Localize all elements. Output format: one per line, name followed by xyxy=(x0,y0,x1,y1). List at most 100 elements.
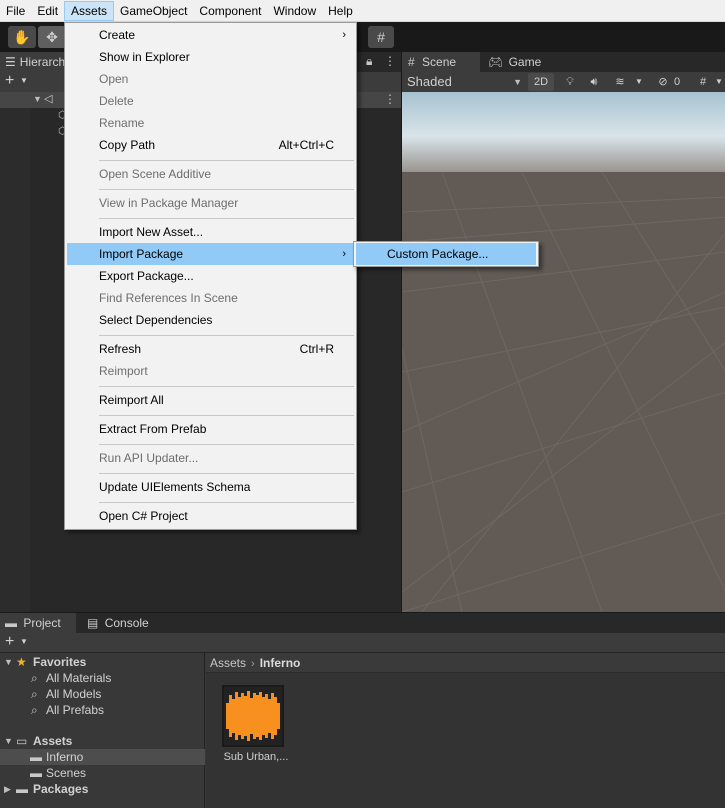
favorites-label: Favorites xyxy=(33,655,87,669)
tab-hierarchy[interactable]: ☰ Hierarch xyxy=(0,52,70,72)
menu-component[interactable]: Component xyxy=(193,1,267,21)
menu-item-open-scene-additive[interactable]: Open Scene Additive xyxy=(67,163,354,185)
menu-edit[interactable]: Edit xyxy=(31,1,64,21)
menu-item-find-references[interactable]: Find References In Scene xyxy=(67,287,354,309)
asset-label[interactable]: Sub Urban,... xyxy=(216,751,296,763)
project-content: Assets › Inferno Sub Urban,... xyxy=(206,653,725,808)
menu-item-label: Extract From Prefab xyxy=(99,422,207,436)
console-tab-label: Console xyxy=(104,616,149,630)
menu-item-select-dependencies[interactable]: Select Dependencies xyxy=(67,309,354,331)
menu-item-rename[interactable]: Rename xyxy=(67,112,354,134)
favorite-item-label: All Prefabs xyxy=(46,703,105,717)
folder-icon: ▬ xyxy=(30,750,42,764)
tree-favorites[interactable]: ▼ ★ Favorites xyxy=(0,654,205,670)
hand-tool-icon[interactable]: ✋ xyxy=(8,26,36,48)
project-tree: ▼ ★ Favorites ⌕ All Materials ⌕ All Mode… xyxy=(0,653,205,808)
expand-arrow-icon[interactable]: ▼ xyxy=(4,733,13,749)
unity-scene-icon: ◁ xyxy=(44,93,53,105)
tree-favorite-item[interactable]: ⌕ All Prefabs xyxy=(0,702,205,718)
menu-gameobject[interactable]: GameObject xyxy=(114,1,193,21)
menu-item-delete[interactable]: Delete xyxy=(67,90,354,112)
menu-separator xyxy=(99,444,354,445)
menu-item-label: Copy Path xyxy=(99,138,156,152)
shading-mode-dropdown[interactable]: Shaded ▼ xyxy=(404,73,524,91)
chevron-down-icon[interactable]: ▼ xyxy=(20,637,28,646)
menu-item-label: Delete xyxy=(99,94,134,108)
menu-assets[interactable]: Assets xyxy=(64,0,115,21)
menu-item-open[interactable]: Open xyxy=(67,68,354,90)
menu-item-copy-path[interactable]: Copy Path Alt+Ctrl+C xyxy=(67,134,354,156)
tree-favorite-item[interactable]: ⌕ All Materials xyxy=(0,670,205,686)
menu-item-label: Import New Asset... xyxy=(99,225,204,239)
menu-item-show-in-explorer[interactable]: Show in Explorer xyxy=(67,46,354,68)
lock-icon[interactable]: 🔒︎ xyxy=(366,54,372,69)
scene-tab-bar: # Scene 🎮︎ Game xyxy=(402,52,725,72)
chevron-down-icon[interactable]: ▼ xyxy=(634,73,644,91)
menu-item-run-api-updater[interactable]: Run API Updater... xyxy=(67,447,354,469)
menu-item-extract-from-prefab[interactable]: Extract From Prefab xyxy=(67,418,354,440)
breadcrumb-current[interactable]: Inferno xyxy=(260,656,301,670)
kebab-menu-icon[interactable]: ⋮ xyxy=(384,92,396,106)
lighting-icon[interactable]: 💡︎ xyxy=(560,73,580,91)
menu-item-reimport-all[interactable]: Reimport All xyxy=(67,389,354,411)
tab-console[interactable]: ▤ Console xyxy=(82,613,162,633)
list-icon: ☰ xyxy=(5,55,16,69)
toggle-2d-button[interactable]: 2D xyxy=(528,73,554,91)
menu-window[interactable]: Window xyxy=(267,1,322,21)
assets-dropdown-menu: Create › Show in Explorer Open Delete Ren… xyxy=(64,22,357,530)
menu-item-label: Export Package... xyxy=(99,269,194,283)
tree-packages[interactable]: ▶ ▬ Packages xyxy=(0,781,205,797)
menu-item-label: Select Dependencies xyxy=(99,313,213,327)
menu-item-import-new-asset[interactable]: Import New Asset... xyxy=(67,221,354,243)
chevron-down-icon[interactable]: ▼ xyxy=(20,76,28,85)
effects-icon[interactable]: ≋ xyxy=(608,73,632,91)
tab-project[interactable]: ▬ Project xyxy=(0,613,76,633)
menu-item-label: Run API Updater... xyxy=(99,451,199,465)
grid-snap-icon[interactable]: # xyxy=(368,26,394,48)
menu-item-export-package[interactable]: Export Package... xyxy=(67,265,354,287)
menu-item-update-uielements-schema[interactable]: Update UIElements Schema xyxy=(67,476,354,498)
tab-game[interactable]: 🎮︎ Game xyxy=(482,52,552,72)
add-icon[interactable]: + xyxy=(5,72,14,90)
menu-item-import-package[interactable]: Import Package › xyxy=(67,243,354,265)
search-icon: ⌕ xyxy=(31,703,38,717)
expand-arrow-icon[interactable]: ▼ xyxy=(4,654,13,670)
menu-item-reimport[interactable]: Reimport xyxy=(67,360,354,382)
menu-separator xyxy=(99,415,354,416)
chevron-down-icon[interactable]: ▼ xyxy=(714,73,724,91)
tab-scene[interactable]: # Scene xyxy=(402,52,480,72)
menu-item-custom-package[interactable]: Custom Package... xyxy=(356,243,536,265)
breadcrumb-root[interactable]: Assets xyxy=(210,656,246,670)
menu-separator xyxy=(99,386,354,387)
audio-icon[interactable]: 🔊︎ xyxy=(584,73,604,91)
menu-file[interactable]: File xyxy=(0,1,31,21)
project-panel: ▬ Project ▤ Console + ▼ ▼ ★ Favorites ⌕ … xyxy=(0,612,725,808)
add-icon[interactable]: + xyxy=(5,633,14,651)
expand-arrow-icon[interactable]: ▼ xyxy=(33,94,42,104)
tree-favorite-item[interactable]: ⌕ All Models xyxy=(0,686,205,702)
chevron-right-icon: › xyxy=(342,29,346,41)
menu-item-label: Reimport All xyxy=(99,393,164,407)
menu-item-view-in-package-manager[interactable]: View in Package Manager xyxy=(67,192,354,214)
kebab-menu-icon[interactable]: ⋮ xyxy=(384,54,396,68)
menu-item-create[interactable]: Create › xyxy=(67,24,354,46)
menu-item-label: Find References In Scene xyxy=(99,291,238,305)
gamepad-icon: 🎮︎ xyxy=(488,55,504,69)
scene-viewport[interactable] xyxy=(402,92,725,612)
expand-arrow-icon[interactable]: ▶ xyxy=(4,781,11,797)
visibility-off-icon[interactable]: ⊘ xyxy=(654,73,672,91)
tree-folder-scenes[interactable]: ▬ Scenes xyxy=(0,765,205,781)
menu-item-label: Update UIElements Schema xyxy=(99,480,251,494)
menu-help[interactable]: Help xyxy=(322,1,359,21)
grid-toggle-icon[interactable]: # xyxy=(694,73,712,91)
menu-separator xyxy=(99,502,354,503)
audio-asset-thumbnail[interactable] xyxy=(222,685,284,747)
menu-item-label: Rename xyxy=(99,116,145,130)
tree-folder-inferno[interactable]: ▬ Inferno xyxy=(0,749,205,765)
menu-item-refresh[interactable]: Refresh Ctrl+R xyxy=(67,338,354,360)
tree-assets[interactable]: ▼ ▭ Assets xyxy=(0,733,205,749)
breadcrumb: Assets › Inferno xyxy=(206,653,725,673)
menu-separator xyxy=(99,160,354,161)
menu-item-open-csharp-project[interactable]: Open C# Project xyxy=(67,505,354,527)
move-tool-icon[interactable]: ✥ xyxy=(38,26,66,48)
